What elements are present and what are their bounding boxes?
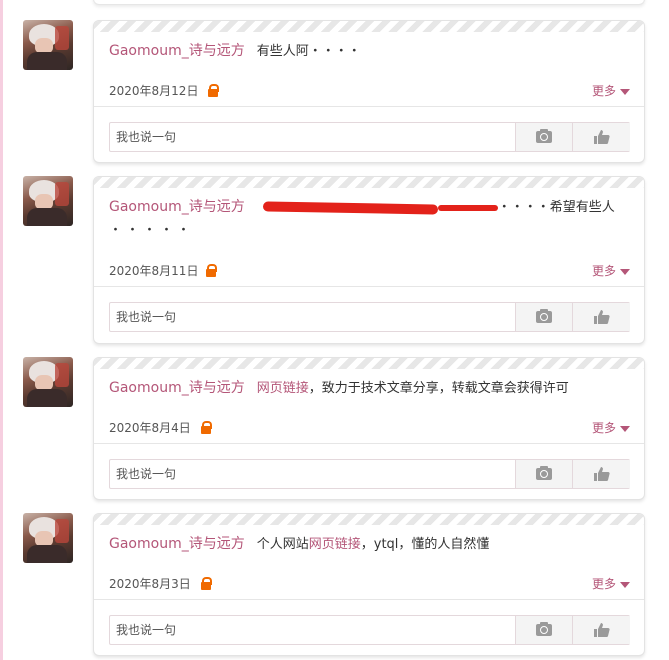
card-stripe <box>94 514 644 525</box>
thumbs-up-icon <box>593 129 611 145</box>
like-button[interactable] <box>572 123 630 151</box>
post-text-prefix: 个人网站 <box>256 537 309 552</box>
reply-input[interactable] <box>110 303 526 331</box>
web-link[interactable]: 网页链接 <box>309 537 361 552</box>
reply-input[interactable] <box>110 616 526 644</box>
more-button[interactable]: 更多 <box>592 575 630 592</box>
post-text: ，致力于技术文章分享，转载文章会获得许可 <box>308 381 569 396</box>
left-accent-strip <box>0 0 3 660</box>
reply-input[interactable] <box>110 123 526 151</box>
like-button[interactable] <box>572 460 630 488</box>
thumbs-up-icon <box>593 466 611 482</box>
post-date: 2020年8月11日 <box>109 264 199 278</box>
camera-button[interactable] <box>515 460 572 488</box>
card-stripe <box>94 358 644 369</box>
reply-row <box>94 107 644 162</box>
post-meta: 2020年8月11日 更多 <box>94 258 644 286</box>
camera-button[interactable] <box>515 123 572 151</box>
more-label: 更多 <box>591 421 616 435</box>
post-content: Gaomoum_诗与远方 个人网站网页链接，ytql，懂的人自然懂 <box>94 525 644 571</box>
more-label: 更多 <box>591 264 616 278</box>
like-button[interactable] <box>572 616 630 644</box>
username-link[interactable]: Gaomoum_诗与远方 <box>109 380 245 396</box>
avatar[interactable] <box>23 20 73 70</box>
post-content: Gaomoum_诗与远方 ・・・・希望有些人 ・・・・・ <box>94 188 644 258</box>
post-meta: 2020年8月3日 更多 <box>94 571 644 599</box>
thumbs-up-icon <box>593 622 611 638</box>
reply-box <box>109 459 630 489</box>
chevron-down-icon <box>620 88 630 95</box>
lock-icon <box>201 577 212 590</box>
camera-button[interactable] <box>515 616 572 644</box>
reply-box <box>109 122 630 152</box>
post-text-line2: ・・・・・ <box>109 223 195 238</box>
card-stripe <box>94 21 644 32</box>
avatar[interactable] <box>23 513 73 563</box>
previous-post-card-edge <box>93 0 645 5</box>
post-card: Gaomoum_诗与远方 ・・・・希望有些人 ・・・・・ 2020年8月11日 更… <box>93 176 645 344</box>
reply-box <box>109 302 630 332</box>
post-meta: 2020年8月12日 更多 <box>94 78 644 106</box>
chevron-down-icon <box>620 268 630 275</box>
reply-box <box>109 615 630 645</box>
post-date: 2020年8月3日 <box>109 577 191 591</box>
post-meta: 2020年8月4日 更多 <box>94 415 644 443</box>
post-text: ，ytql，懂的人自然懂 <box>360 537 490 552</box>
avatar[interactable] <box>23 176 73 226</box>
reply-row <box>94 600 644 655</box>
reply-row <box>94 444 644 499</box>
post-date: 2020年8月4日 <box>109 421 191 435</box>
more-button[interactable]: 更多 <box>592 262 630 279</box>
more-button[interactable]: 更多 <box>592 419 630 436</box>
username-link[interactable]: Gaomoum_诗与远方 <box>109 199 245 215</box>
reply-input[interactable] <box>110 460 526 488</box>
card-stripe <box>94 177 644 188</box>
post-card: Gaomoum_诗与远方 网页链接，致力于技术文章分享，转载文章会获得许可 202… <box>93 357 645 500</box>
post-text: 有些人阿・・・・ <box>256 44 361 59</box>
lock-icon <box>201 421 212 434</box>
web-link[interactable]: 网页链接 <box>257 381 309 396</box>
reply-row <box>94 287 644 343</box>
redaction-mark <box>262 200 438 215</box>
more-label: 更多 <box>591 577 616 591</box>
chevron-down-icon <box>620 425 630 432</box>
username-link[interactable]: Gaomoum_诗与远方 <box>109 536 245 552</box>
post-card: Gaomoum_诗与远方 有些人阿・・・・ 2020年8月12日 更多 <box>93 20 645 163</box>
thumbs-up-icon <box>593 309 611 325</box>
post-text: ・・・・希望有些人 <box>497 200 615 215</box>
more-button[interactable]: 更多 <box>592 82 630 99</box>
post-content: Gaomoum_诗与远方 网页链接，致力于技术文章分享，转载文章会获得许可 <box>94 369 644 415</box>
post-content: Gaomoum_诗与远方 有些人阿・・・・ <box>94 32 644 78</box>
lock-icon <box>208 84 219 97</box>
post-card: Gaomoum_诗与远方 个人网站网页链接，ytql，懂的人自然懂 2020年8月… <box>93 513 645 656</box>
more-label: 更多 <box>591 84 616 98</box>
camera-button[interactable] <box>515 303 572 331</box>
avatar[interactable] <box>23 357 73 407</box>
username-link[interactable]: Gaomoum_诗与远方 <box>109 43 245 59</box>
post-date: 2020年8月12日 <box>109 84 199 98</box>
lock-icon <box>206 264 217 277</box>
chevron-down-icon <box>620 581 630 588</box>
like-button[interactable] <box>572 303 630 331</box>
redaction-mark <box>437 204 498 211</box>
